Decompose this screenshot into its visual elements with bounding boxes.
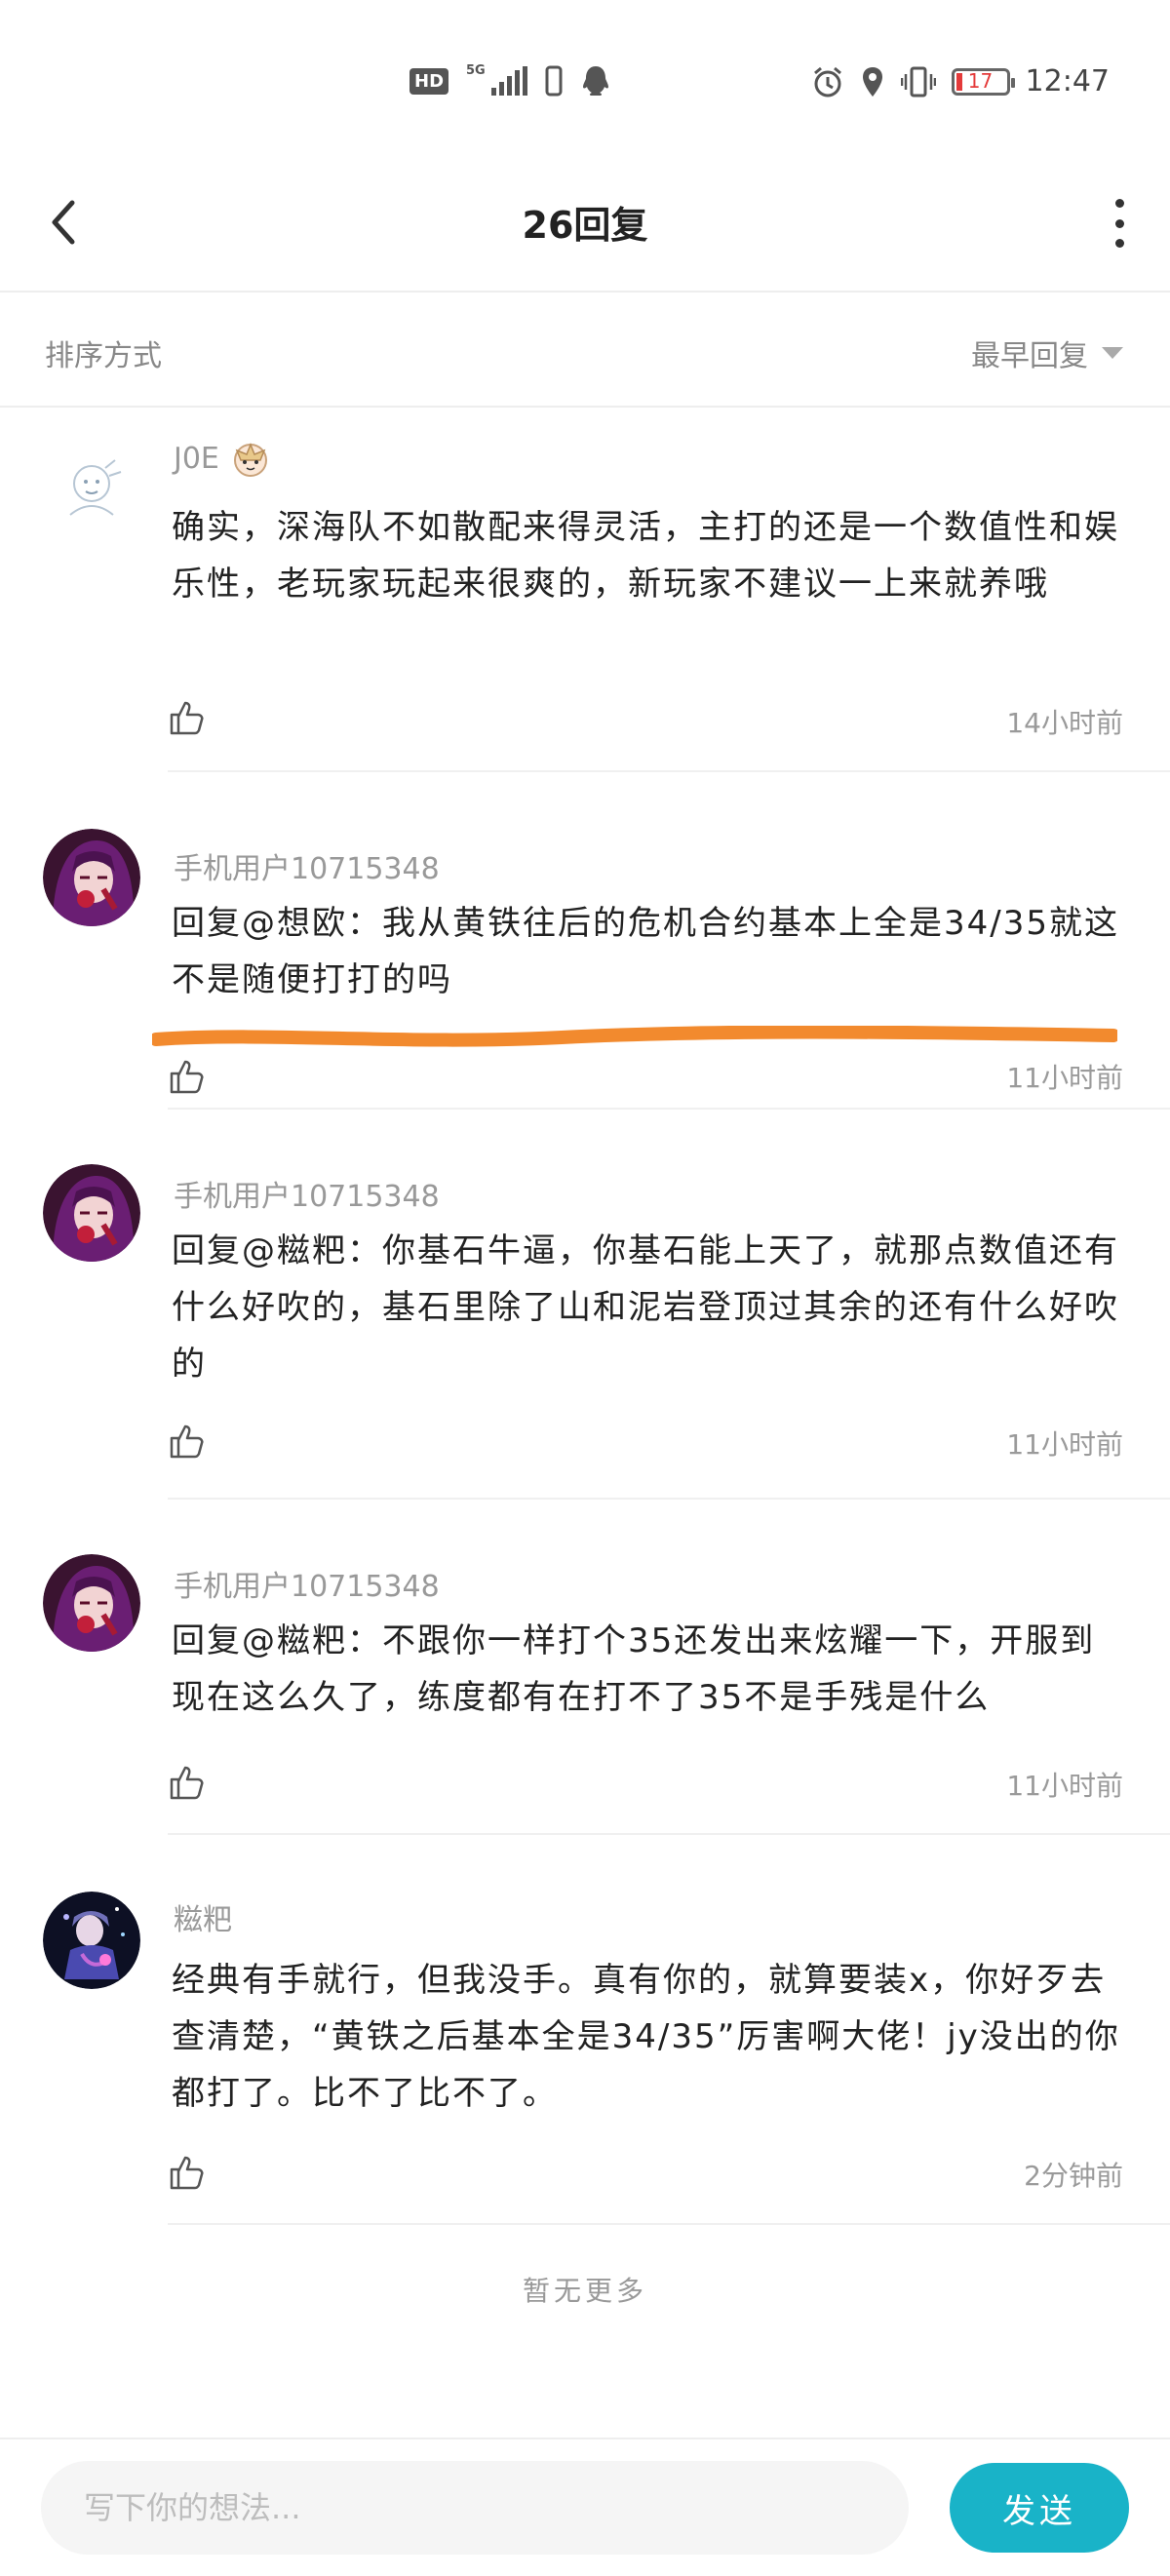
- thumbs-up-icon[interactable]: [168, 2153, 207, 2192]
- clock: 12:47: [1025, 64, 1110, 98]
- comment-username[interactable]: 手机用户10715348: [174, 1172, 440, 1215]
- signal-icon: [490, 66, 527, 96]
- thumbs-up-icon[interactable]: [168, 1057, 207, 1096]
- vibrate-icon: [900, 66, 936, 97]
- comment-text: 确实，深海队不如散配来得灵活，主打的还是一个数值性和娱乐性，老玩家玩起来很爽的，…: [172, 508, 1119, 604]
- comment-username[interactable]: 糍粑: [174, 1895, 232, 1938]
- avatar[interactable]: [43, 1892, 140, 1989]
- sort-label: 排序方式: [45, 339, 162, 373]
- sort-bar: 排序方式 最早回复: [0, 293, 1170, 408]
- status-right-icons: 17 12:47: [811, 64, 1110, 98]
- divider: [168, 1108, 1170, 1110]
- comment-text: 回复@想欧：我从黄铁往后的危机合约基本上全是34/35就这不是随便打打的吗: [172, 904, 1119, 999]
- thumbs-up-icon[interactable]: [168, 698, 207, 737]
- reply-bar: 发送: [0, 2438, 1170, 2576]
- divider: [168, 2223, 1170, 2225]
- more-options-icon[interactable]: [1115, 199, 1125, 248]
- comment-text: 回复@糍粑：你基石牛逼，你基石能上天了，就那点数值还有什么好吹的，基石里除了山和…: [172, 1231, 1119, 1384]
- divider: [168, 1498, 1170, 1500]
- thumbs-up-icon[interactable]: [168, 1763, 207, 1802]
- comment-time: 14小时前: [1006, 707, 1123, 739]
- page-title: 26回复: [522, 204, 648, 247]
- username-text: J0E: [174, 441, 219, 476]
- comment-time: 11小时前: [1006, 1770, 1123, 1802]
- chevron-down-icon: [1102, 347, 1123, 359]
- avatar[interactable]: [43, 1164, 140, 1262]
- comment-text: 回复@糍粑：不跟你一样打个35还发出来炫耀一下，开服到现在这么久了，练度都有在打…: [172, 1621, 1096, 1717]
- no-more-text: 暂无更多: [522, 2275, 647, 2307]
- alarm-icon: [813, 66, 841, 97]
- avatar[interactable]: [43, 1554, 140, 1652]
- comment-username[interactable]: J0E: [174, 437, 272, 480]
- sim-icon: [545, 65, 563, 97]
- comment-input[interactable]: [41, 2461, 909, 2555]
- battery-icon: 17: [951, 67, 1015, 96]
- sort-value-label: 最早回复: [971, 339, 1088, 373]
- network-type: 5G: [466, 63, 486, 78]
- comment-username[interactable]: 手机用户10715348: [174, 1562, 440, 1605]
- comment-time: 11小时前: [1006, 1428, 1123, 1461]
- battery-level: 17: [967, 68, 994, 93]
- qq-icon: [582, 66, 608, 96]
- divider: [168, 1833, 1170, 1835]
- hd-icon: HD: [410, 67, 449, 95]
- send-button[interactable]: 发送: [950, 2463, 1129, 2553]
- avatar[interactable]: [43, 829, 140, 926]
- avatar[interactable]: [43, 439, 140, 536]
- divider: [168, 770, 1170, 772]
- user-badge-icon: [233, 442, 267, 477]
- status-left-icons: HD 5G: [410, 64, 611, 98]
- location-icon: [862, 66, 882, 97]
- sort-dropdown[interactable]: 最早回复: [971, 332, 1123, 374]
- thumbs-up-icon[interactable]: [168, 1422, 207, 1461]
- top-nav-bar: 26回复: [0, 156, 1170, 293]
- highlight-underline: [152, 1026, 1117, 1047]
- comment-username[interactable]: 手机用户10715348: [174, 844, 440, 887]
- comment-text: 经典有手就行，但我没手。真有你的，就算要装x，你好歹去查清楚，“黄铁之后基本全是…: [172, 1961, 1120, 2113]
- comment-time: 2分钟前: [1024, 2160, 1123, 2192]
- comment-time: 11小时前: [1006, 1062, 1123, 1094]
- status-bar: HD 5G 17 12:47: [0, 0, 1170, 127]
